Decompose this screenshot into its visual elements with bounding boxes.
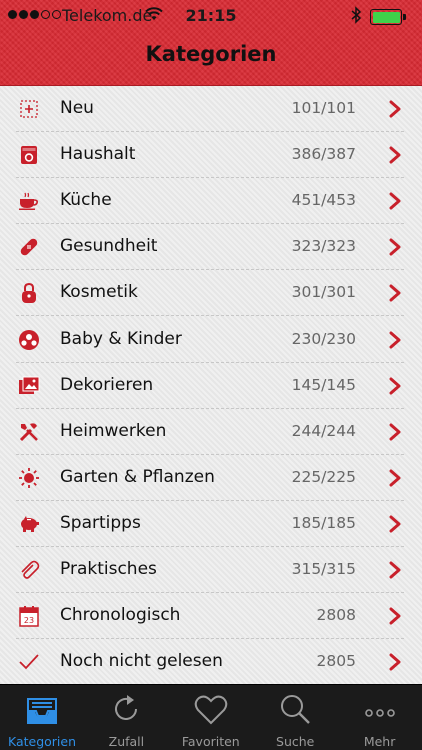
- page-title: Kategorien: [145, 42, 277, 66]
- category-count: 301/301: [291, 283, 356, 302]
- sun-icon: [18, 467, 40, 489]
- new-box-icon: [18, 98, 40, 120]
- category-label: Neu: [60, 98, 94, 118]
- ball-icon: [18, 329, 40, 351]
- category-row[interactable]: Haushalt 386/387: [0, 132, 422, 179]
- category-list[interactable]: Neu 101/101 Haushalt 386/387 Küche 451/453 Ges…: [0, 86, 422, 686]
- tab-label: Favoriten: [181, 734, 240, 749]
- tab-bar: Kategorien Zufall Favoriten Suche Mehr: [0, 684, 422, 750]
- category-row[interactable]: Baby & Kinder 230/230: [0, 317, 422, 363]
- tab-suche[interactable]: Suche: [253, 685, 337, 750]
- chevron-right-icon: [388, 192, 402, 210]
- tab-label: Kategorien: [7, 734, 77, 749]
- tools-icon: [18, 421, 40, 443]
- category-label: Noch nicht gelesen: [60, 651, 223, 672]
- chevron-right-icon: [388, 607, 402, 625]
- chevron-right-icon: [388, 515, 402, 533]
- washing-machine-icon: [18, 144, 40, 166]
- tab-zufall[interactable]: Zufall: [84, 685, 168, 750]
- category-row[interactable]: Kosmetik 301/301: [0, 270, 422, 317]
- category-row[interactable]: Garten & Pflanzen 225/225: [0, 455, 422, 501]
- category-count: 145/145: [291, 375, 356, 394]
- chevron-right-icon: [388, 653, 402, 671]
- bluetooth-icon: [351, 6, 362, 24]
- category-label: Baby & Kinder: [60, 328, 182, 349]
- coffee-cup-icon: [18, 190, 40, 212]
- battery-tip: [403, 14, 406, 20]
- chevron-right-icon: [388, 377, 402, 395]
- category-count: 451/453: [291, 191, 356, 210]
- category-row[interactable]: Praktisches 315/315: [0, 547, 422, 593]
- category-row[interactable]: Gesundheit 323/323: [0, 224, 422, 271]
- category-label: Chronologisch: [60, 605, 181, 626]
- category-row[interactable]: Noch nicht gelesen 2805: [0, 639, 422, 686]
- bandage-icon: [18, 236, 40, 258]
- category-label: Haushalt: [60, 144, 136, 165]
- category-label: Heimwerken: [60, 420, 167, 441]
- tab-mehr[interactable]: Mehr: [338, 685, 422, 750]
- category-count: 315/315: [291, 560, 356, 578]
- category-label: Kosmetik: [60, 282, 138, 303]
- chevron-right-icon: [388, 423, 402, 441]
- pictures-icon: [18, 375, 40, 397]
- chevron-right-icon: [388, 100, 402, 118]
- category-row[interactable]: Küche 451/453: [0, 178, 422, 225]
- tab-label: Suche: [276, 734, 315, 749]
- category-count: 185/185: [291, 513, 356, 532]
- heart-icon: [191, 689, 231, 729]
- category-count: 101/101: [291, 99, 356, 117]
- chevron-right-icon: [388, 331, 402, 349]
- category-label: Spartipps: [60, 512, 141, 533]
- category-label: Dekorieren: [60, 374, 154, 395]
- search-icon: [275, 689, 315, 729]
- tab-label: Zufall: [108, 734, 145, 749]
- checkmark-icon: [18, 651, 40, 673]
- category-label: Garten & Pflanzen: [60, 466, 215, 487]
- category-row[interactable]: Neu 101/101: [0, 86, 422, 132]
- inbox-tray-icon: [22, 689, 62, 729]
- category-row[interactable]: Heimwerken 244/244: [0, 409, 422, 455]
- category-count: 244/244: [291, 421, 356, 440]
- category-count: 225/225: [291, 467, 356, 486]
- tab-favoriten[interactable]: Favoriten: [169, 685, 253, 750]
- more-dots-icon: [360, 689, 400, 729]
- category-label: Gesundheit: [60, 236, 158, 257]
- chevron-right-icon: [388, 284, 402, 302]
- category-row[interactable]: Spartipps 185/185: [0, 501, 422, 547]
- category-count: 2805: [316, 652, 356, 671]
- svg-text:23: 23: [24, 616, 34, 625]
- category-count: 2808: [316, 606, 356, 625]
- chevron-right-icon: [388, 146, 402, 164]
- refresh-icon: [106, 689, 146, 729]
- category-count: 323/323: [291, 237, 356, 256]
- category-row[interactable]: 23 Chronologisch 2808: [0, 593, 422, 640]
- battery-icon: [370, 9, 402, 25]
- piggy-bank-icon: [18, 513, 40, 535]
- chevron-right-icon: [388, 561, 402, 579]
- category-label: Praktisches: [60, 559, 157, 579]
- category-label: Küche: [60, 190, 112, 211]
- chevron-right-icon: [388, 238, 402, 256]
- category-count: 386/387: [291, 145, 356, 164]
- navigation-bar: Telekom.de 21:15 Kategorien: [0, 0, 422, 86]
- category-count: 230/230: [291, 329, 356, 348]
- tab-label: Mehr: [363, 734, 396, 749]
- chevron-right-icon: [388, 469, 402, 487]
- calendar-icon: 23: [18, 605, 40, 627]
- cosmetics-icon: [18, 282, 40, 304]
- category-row[interactable]: Dekorieren 145/145: [0, 363, 422, 409]
- status-bar: Telekom.de 21:15: [0, 0, 422, 32]
- paperclip-icon: [18, 559, 40, 581]
- tab-kategorien[interactable]: Kategorien: [0, 685, 84, 750]
